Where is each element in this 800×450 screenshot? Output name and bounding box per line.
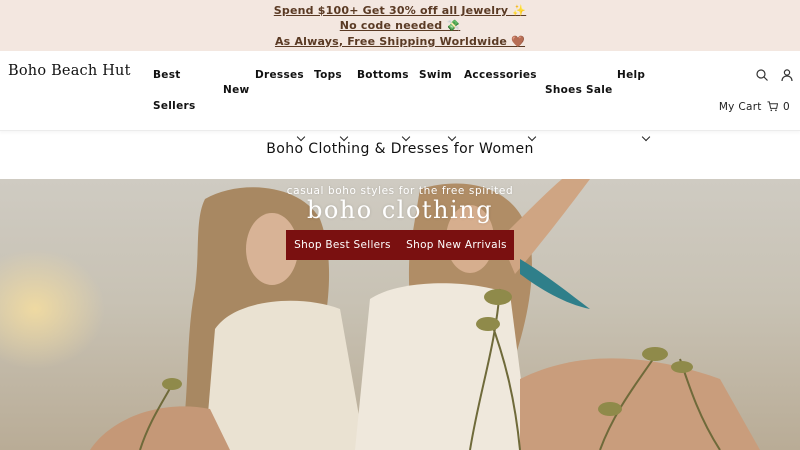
free-shipping-link[interactable]: As Always, Free Shipping Worldwide 🤎 bbox=[0, 35, 800, 48]
nav-best-sellers-label-1: Best bbox=[153, 69, 181, 81]
chevron-down-icon[interactable] bbox=[339, 132, 349, 142]
nav-bottoms[interactable]: Bottoms bbox=[357, 68, 409, 82]
promo-jewelry-link[interactable]: Spend $100+ Get 30% off all Jewelry ✨ bbox=[0, 4, 800, 17]
search-icon[interactable] bbox=[755, 68, 769, 82]
nav-swim-label: Swim bbox=[419, 69, 453, 81]
promo-no-code-link[interactable]: No code needed 💸 bbox=[0, 19, 800, 32]
nav-dresses[interactable]: Dresses bbox=[255, 68, 304, 82]
chevron-down-icon[interactable] bbox=[296, 132, 306, 142]
chevron-down-icon[interactable] bbox=[447, 132, 457, 142]
page-title: Boho Clothing & Dresses for Women bbox=[266, 141, 534, 157]
nav-dresses-label: Dresses bbox=[255, 69, 304, 81]
nav-bottoms-label: Bottoms bbox=[357, 69, 409, 81]
user-icon[interactable] bbox=[780, 68, 794, 82]
announcement-bar: Spend $100+ Get 30% off all Jewelry ✨ No… bbox=[0, 0, 800, 51]
nav-best-sellers-line2[interactable]: Sellers bbox=[153, 99, 196, 113]
shop-best-sellers-button[interactable]: Shop Best Sellers bbox=[286, 230, 399, 260]
cart-label: My Cart bbox=[718, 101, 762, 113]
nav-accessories[interactable]: Accessories bbox=[464, 68, 537, 82]
hero-banner: casual boho styles for the free spirited… bbox=[0, 179, 800, 450]
chevron-down-icon[interactable] bbox=[527, 132, 537, 142]
cart-icon bbox=[767, 101, 779, 112]
nav-shoes[interactable]: Shoes bbox=[545, 83, 582, 97]
nav-accessories-label: Accessories bbox=[464, 69, 537, 81]
nav-help[interactable]: Help bbox=[617, 68, 645, 82]
chevron-down-icon[interactable] bbox=[401, 132, 411, 142]
nav-best-sellers-label-2: Sellers bbox=[153, 100, 196, 112]
nav-swim[interactable]: Swim bbox=[419, 68, 452, 82]
hero-title: boho clothing bbox=[306, 196, 493, 224]
nav-sale-label: Sale bbox=[586, 84, 613, 96]
nav-tops[interactable]: Tops bbox=[314, 68, 342, 82]
site-logo[interactable]: Boho Beach Hut bbox=[8, 63, 131, 79]
nav-shoes-label: Shoes bbox=[545, 84, 583, 96]
nav-best-sellers[interactable]: Best bbox=[153, 68, 181, 82]
cart-link[interactable]: My Cart 0 bbox=[719, 101, 790, 113]
nav-new[interactable]: New bbox=[223, 83, 250, 97]
site-header: Boho Beach Hut Best Sellers New Dresses … bbox=[0, 51, 800, 142]
shop-new-arrivals-button[interactable]: Shop New Arrivals bbox=[399, 230, 514, 260]
nav-help-label: Help bbox=[617, 69, 646, 81]
nav-tops-label: Tops bbox=[314, 69, 342, 81]
nav-sale[interactable]: Sale bbox=[586, 83, 613, 97]
nav-new-label: New bbox=[223, 84, 250, 96]
cart-count: 0 bbox=[783, 101, 790, 113]
chevron-down-icon[interactable] bbox=[641, 132, 651, 142]
